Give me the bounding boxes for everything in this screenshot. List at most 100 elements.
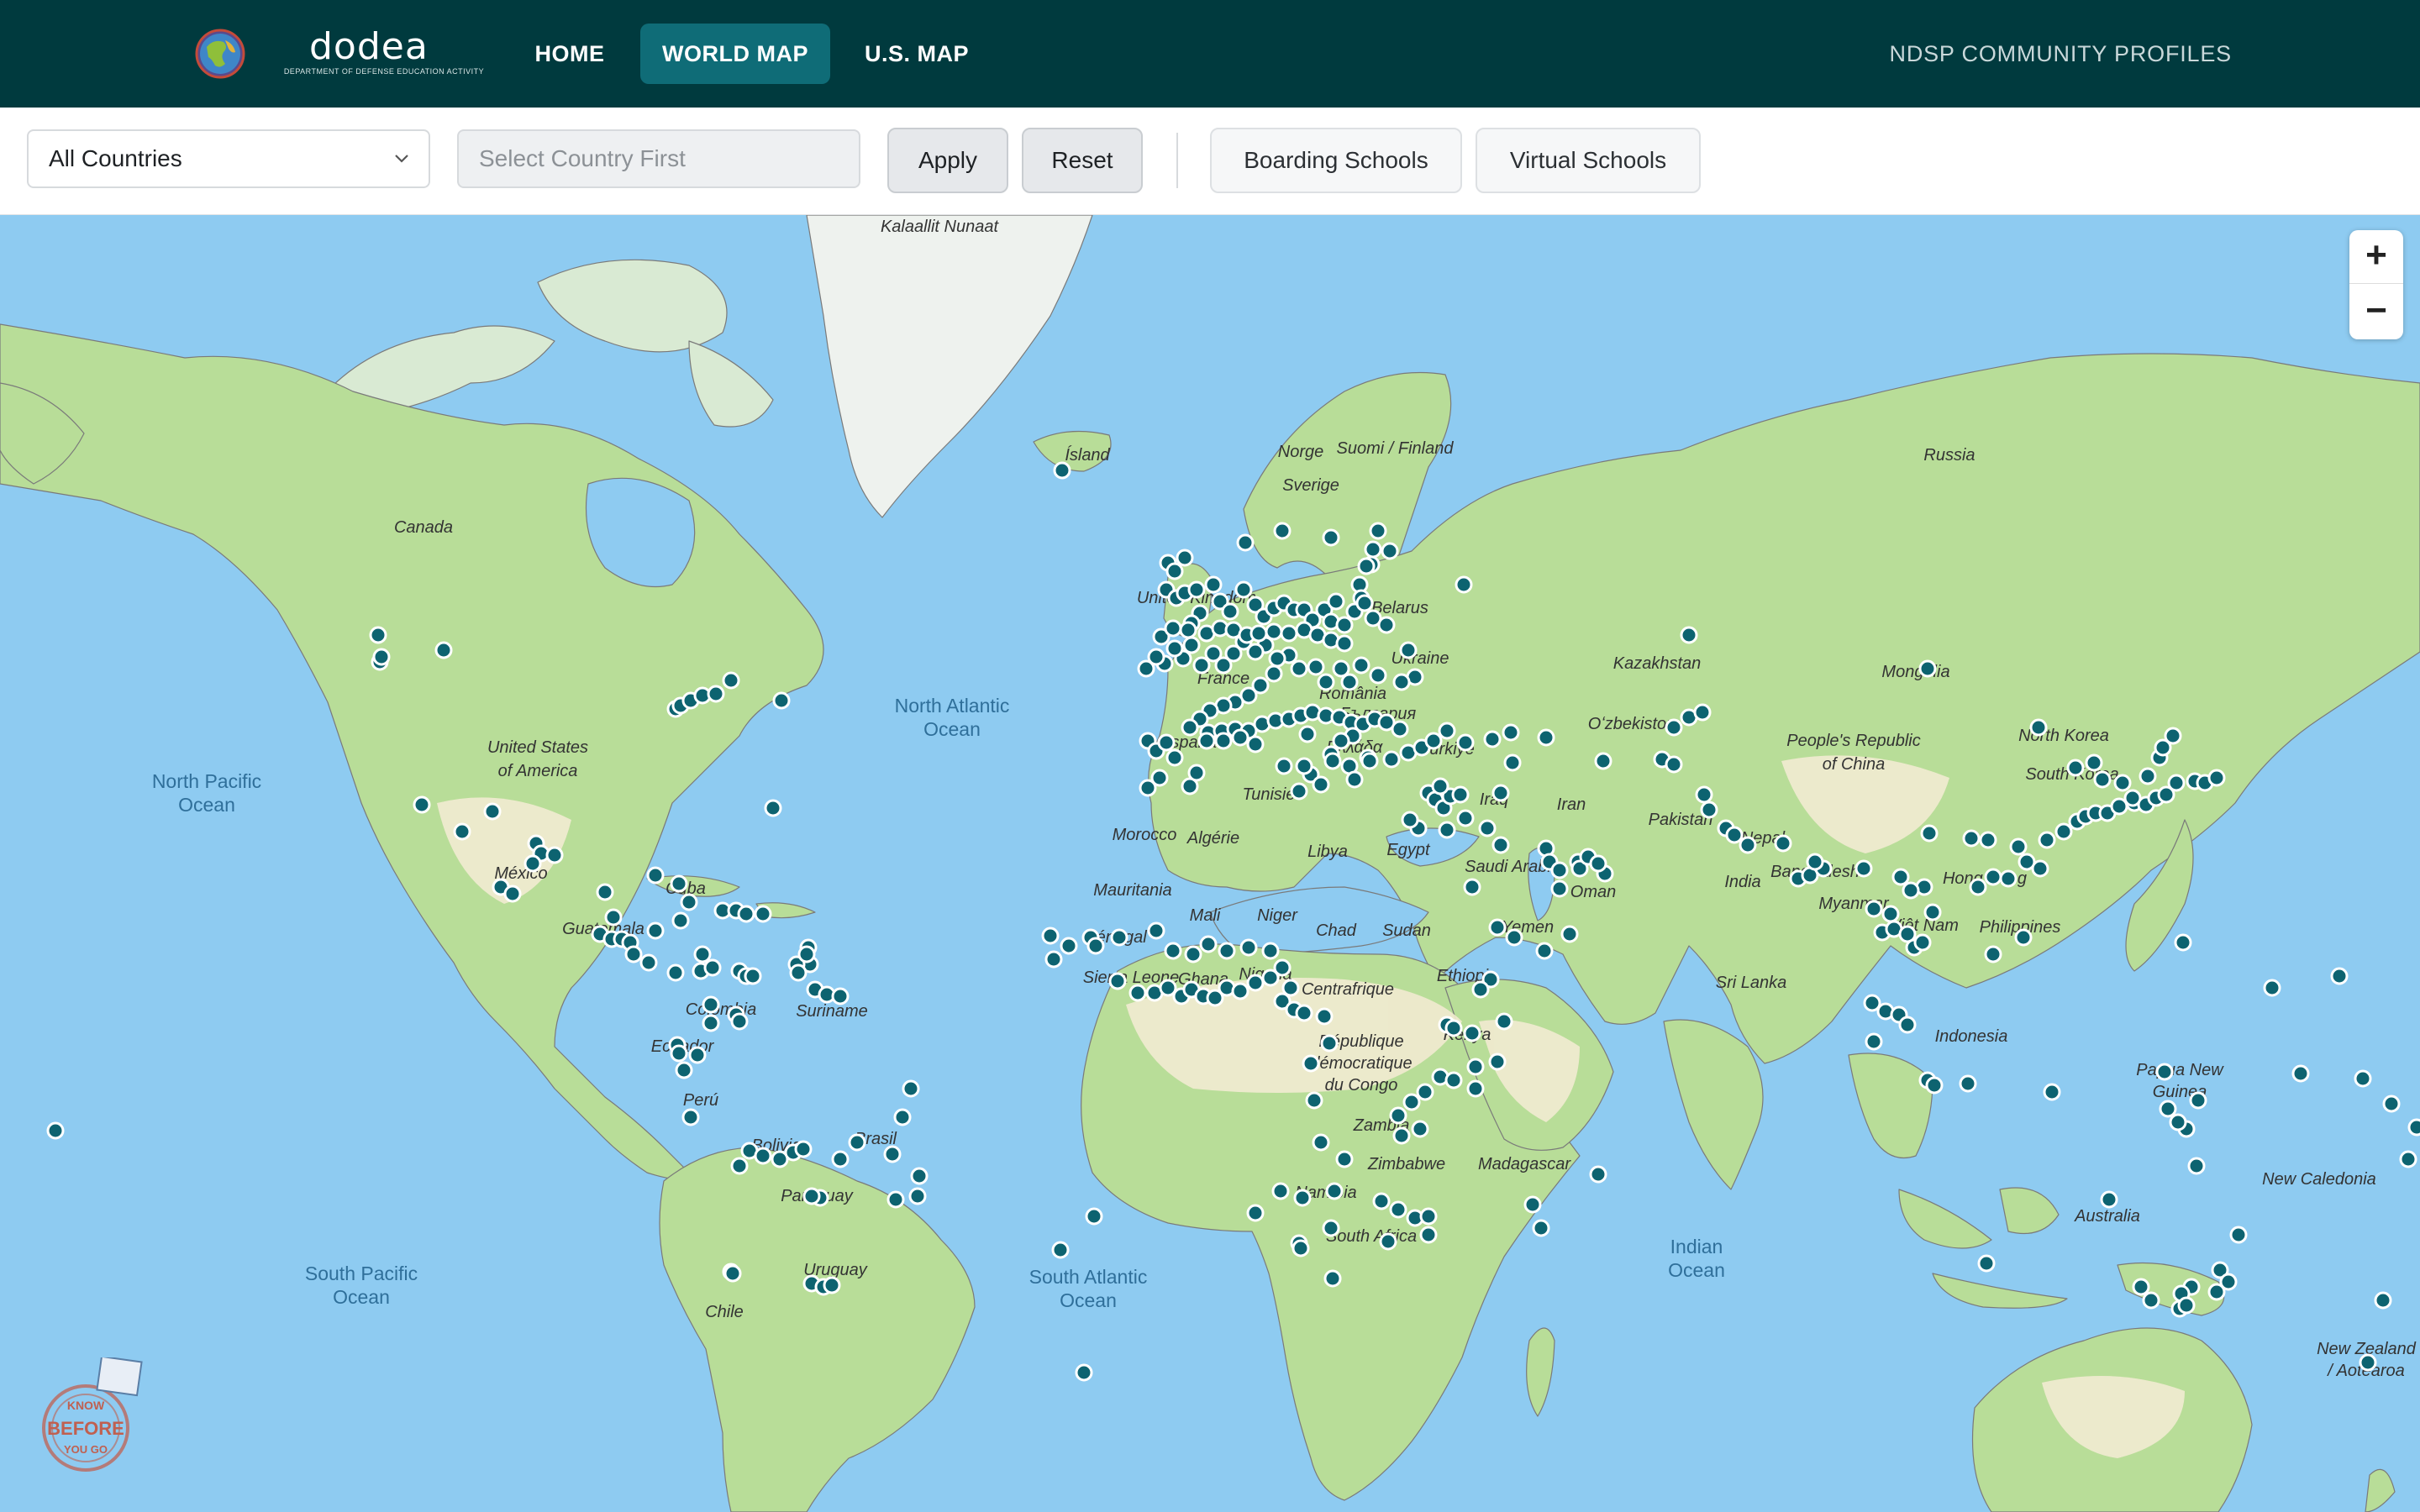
school-marker[interactable] <box>1322 1219 1340 1237</box>
school-marker[interactable] <box>1411 1120 1429 1138</box>
school-marker[interactable] <box>1589 1165 1607 1184</box>
school-marker[interactable] <box>1389 1106 1407 1125</box>
school-marker[interactable] <box>1478 819 1497 837</box>
school-marker[interactable] <box>1157 733 1176 752</box>
school-marker[interactable] <box>789 963 808 982</box>
school-marker[interactable] <box>1281 979 1300 997</box>
school-marker[interactable] <box>2169 1113 2187 1131</box>
school-marker[interactable] <box>1165 562 1184 580</box>
school-marker[interactable] <box>1192 656 1211 675</box>
school-marker[interactable] <box>1364 540 1382 559</box>
school-marker[interactable] <box>1438 722 1456 740</box>
school-marker[interactable] <box>1665 755 1683 774</box>
school-marker[interactable] <box>2229 1226 2248 1244</box>
school-marker[interactable] <box>1913 933 1932 952</box>
school-marker[interactable] <box>1402 1093 1421 1111</box>
school-marker[interactable] <box>2113 774 2132 792</box>
school-marker[interactable] <box>2382 1095 2401 1113</box>
school-marker[interactable] <box>1463 1024 1481 1042</box>
school-marker[interactable] <box>1249 624 1268 643</box>
school-marker[interactable] <box>1923 903 1942 921</box>
school-marker[interactable] <box>2029 718 2048 737</box>
school-marker[interactable] <box>2407 1118 2420 1137</box>
school-marker[interactable] <box>1918 659 1937 678</box>
school-marker[interactable] <box>702 995 720 1014</box>
school-marker[interactable] <box>1774 834 1792 853</box>
school-marker[interactable] <box>670 1044 688 1063</box>
school-marker[interactable] <box>1352 656 1370 675</box>
school-marker[interactable] <box>1060 937 1078 955</box>
school-marker[interactable] <box>2142 1291 2160 1310</box>
school-marker[interactable] <box>1977 1254 1996 1273</box>
school-marker[interactable] <box>1962 829 1981 848</box>
school-marker[interactable] <box>1495 1012 1513 1031</box>
school-marker[interactable] <box>1302 1054 1320 1073</box>
know-before-you-go-badge[interactable]: KNOW BEFORE YOU GO <box>34 1357 151 1483</box>
school-marker[interactable] <box>1261 942 1280 960</box>
school-marker[interactable] <box>1268 649 1286 668</box>
school-marker[interactable] <box>1290 659 1308 678</box>
school-marker[interactable] <box>1041 927 1060 945</box>
school-marker[interactable] <box>831 987 850 1005</box>
school-marker[interactable] <box>1320 1034 1339 1053</box>
school-marker[interactable] <box>1290 782 1308 801</box>
school-marker[interactable] <box>1128 984 1147 1002</box>
school-marker[interactable] <box>1335 1150 1354 1168</box>
school-marker[interactable] <box>1550 879 1569 898</box>
school-marker[interactable] <box>2139 767 2157 785</box>
school-marker[interactable] <box>1165 748 1184 767</box>
school-marker[interactable] <box>1488 918 1507 937</box>
school-marker[interactable] <box>1325 1182 1344 1200</box>
school-marker[interactable] <box>46 1121 65 1140</box>
school-marker[interactable] <box>1806 853 1824 871</box>
school-marker[interactable] <box>1725 826 1744 844</box>
school-marker[interactable] <box>1455 575 1473 594</box>
school-marker[interactable] <box>1369 666 1387 685</box>
school-marker[interactable] <box>1360 752 1379 770</box>
school-marker[interactable] <box>902 1079 920 1098</box>
school-marker[interactable] <box>1438 821 1456 839</box>
school-marker[interactable] <box>722 671 740 690</box>
school-marker[interactable] <box>1280 624 1298 643</box>
school-marker[interactable] <box>1920 824 1939 843</box>
school-marker[interactable] <box>1560 925 1579 943</box>
school-marker[interactable] <box>604 908 623 927</box>
school-marker[interactable] <box>671 911 690 930</box>
world-map-canvas[interactable]: North Atlantic Ocean North Pacific Ocean… <box>0 215 2420 1512</box>
school-marker[interactable] <box>1199 935 1218 953</box>
school-marker[interactable] <box>1693 703 1712 722</box>
school-marker[interactable] <box>2009 837 2028 856</box>
zoom-out-button[interactable]: − <box>2349 286 2403 339</box>
school-marker[interactable] <box>1323 752 1342 770</box>
school-marker[interactable] <box>2167 774 2186 792</box>
school-marker[interactable] <box>1680 626 1698 644</box>
school-marker[interactable] <box>730 1012 749 1031</box>
school-marker[interactable] <box>2359 1353 2377 1372</box>
school-marker[interactable] <box>1416 1083 1434 1101</box>
school-marker[interactable] <box>2043 1083 2061 1101</box>
reset-button[interactable]: Reset <box>1022 128 1143 193</box>
school-marker[interactable] <box>1165 639 1184 658</box>
school-marker[interactable] <box>1246 1204 1265 1222</box>
school-marker[interactable] <box>624 945 643 963</box>
school-marker[interactable] <box>1273 522 1292 540</box>
school-marker[interactable] <box>1086 937 1105 955</box>
school-marker[interactable] <box>1532 1219 1550 1237</box>
school-marker[interactable] <box>1110 928 1128 947</box>
school-marker[interactable] <box>1550 861 1569 879</box>
school-marker[interactable] <box>1695 785 1713 804</box>
school-marker[interactable] <box>1265 622 1283 641</box>
school-marker[interactable] <box>2263 979 2281 997</box>
school-marker[interactable] <box>688 1046 707 1064</box>
nav-home[interactable]: HOME <box>521 24 618 84</box>
school-marker[interactable] <box>1491 836 1510 854</box>
school-marker[interactable] <box>1979 831 1997 849</box>
school-marker[interactable] <box>639 953 658 972</box>
school-marker[interactable] <box>1221 602 1239 621</box>
school-marker[interactable] <box>893 1108 912 1126</box>
school-marker[interactable] <box>2374 1291 2392 1310</box>
school-marker[interactable] <box>2189 1091 2207 1110</box>
school-marker[interactable] <box>1665 718 1683 737</box>
school-marker[interactable] <box>681 1108 700 1126</box>
virtual-schools-button[interactable]: Virtual Schools <box>1476 128 1701 193</box>
